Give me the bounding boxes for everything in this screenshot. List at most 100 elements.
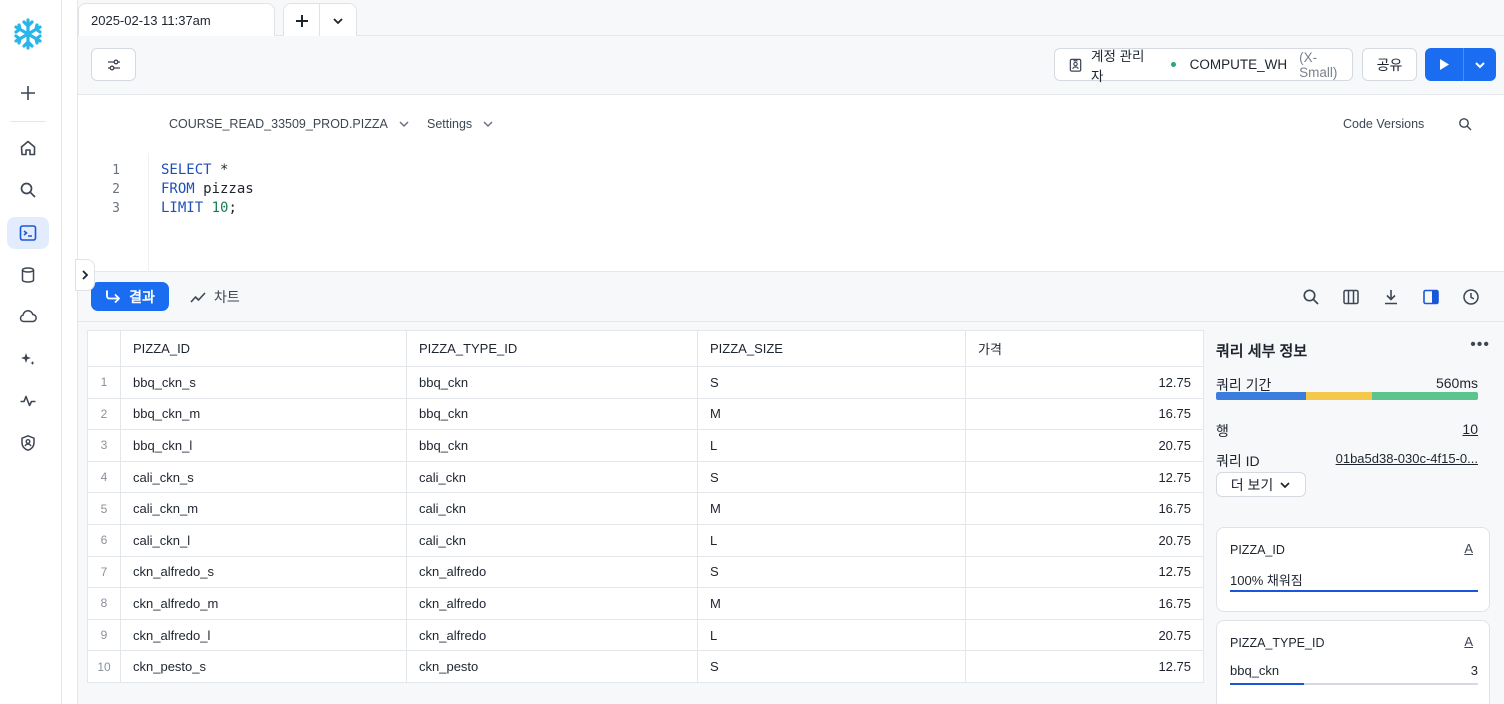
context-selector[interactable]: COURSE_READ_33509_PROD.PIZZA xyxy=(169,117,410,131)
cell-pizza-size[interactable]: S xyxy=(697,366,966,399)
rows-count-value[interactable]: 10 xyxy=(1462,421,1478,441)
results-search-button[interactable] xyxy=(1300,286,1322,308)
table-row[interactable]: 7 ckn_alfredo_s ckn_alfredo S 12.75 xyxy=(87,555,1204,589)
cell-pizza-size[interactable]: L xyxy=(697,429,966,462)
database-icon[interactable] xyxy=(7,259,49,291)
share-button[interactable]: 공유 xyxy=(1362,48,1417,81)
cell-pizza-id[interactable]: ckn_alfredo_s xyxy=(120,555,407,589)
table-row[interactable]: 2 bbq_ckn_m bbq_ckn M 16.75 xyxy=(87,397,1204,431)
add-icon[interactable] xyxy=(7,77,49,109)
cell-pizza-type-id[interactable]: ckn_alfredo xyxy=(406,555,698,589)
cloud-icon[interactable] xyxy=(7,300,49,332)
cell-price[interactable]: 12.75 xyxy=(965,460,1204,494)
cell-pizza-type-id[interactable]: bbq_ckn xyxy=(406,366,698,399)
cell-pizza-id[interactable]: bbq_ckn_m xyxy=(120,397,407,431)
snowflake-logo-icon[interactable] xyxy=(7,18,49,50)
cell-pizza-type-id[interactable]: cali_ckn xyxy=(406,523,698,557)
cell-pizza-size[interactable]: M xyxy=(697,492,966,525)
table-row[interactable]: 5 cali_ckn_m cali_ckn M 16.75 xyxy=(87,492,1204,525)
cell-price[interactable]: 16.75 xyxy=(965,587,1204,620)
table-row[interactable]: 6 cali_ckn_l cali_ckn L 20.75 xyxy=(87,523,1204,557)
toggle-side-panel-button[interactable] xyxy=(1420,286,1442,308)
column-stats-card[interactable]: PIZZA_ID A 100% 채워짐 xyxy=(1216,527,1490,612)
columns-button[interactable] xyxy=(1340,286,1362,308)
row-number[interactable]: 1 xyxy=(87,366,121,399)
table-row[interactable]: 9 ckn_alfredo_l ckn_alfredo L 20.75 xyxy=(87,618,1204,652)
cell-price[interactable]: 12.75 xyxy=(965,650,1204,683)
row-number[interactable]: 4 xyxy=(87,460,121,494)
tab-results[interactable]: 결과 xyxy=(91,282,169,311)
column-header[interactable]: PIZZA_ID xyxy=(120,330,407,367)
column-header[interactable]: PIZZA_SIZE xyxy=(697,330,966,367)
cell-price[interactable]: 20.75 xyxy=(965,429,1204,462)
cell-pizza-id[interactable]: ckn_pesto_s xyxy=(120,650,407,683)
code-line[interactable]: SELECT * xyxy=(161,162,228,178)
admin-shield-icon[interactable] xyxy=(7,427,49,459)
cell-pizza-type-id[interactable]: ckn_alfredo xyxy=(406,618,698,652)
filter-button[interactable] xyxy=(91,48,136,81)
worksheets-icon[interactable] xyxy=(7,217,49,249)
cell-pizza-id[interactable]: bbq_ckn_l xyxy=(120,429,407,462)
row-number[interactable]: 2 xyxy=(87,397,121,431)
row-number[interactable]: 3 xyxy=(87,429,121,462)
show-more-button[interactable]: 더 보기 xyxy=(1216,472,1306,497)
cell-price[interactable]: 12.75 xyxy=(965,366,1204,399)
search-icon[interactable] xyxy=(7,174,49,206)
cell-price[interactable]: 16.75 xyxy=(965,492,1204,525)
new-tab-button[interactable] xyxy=(284,4,321,37)
row-number[interactable]: 8 xyxy=(87,587,121,620)
cell-pizza-type-id[interactable]: ckn_alfredo xyxy=(406,587,698,620)
code-versions-button[interactable]: Code Versions xyxy=(1343,117,1424,131)
home-icon[interactable] xyxy=(7,132,49,164)
download-button[interactable] xyxy=(1380,286,1402,308)
cell-pizza-id[interactable]: bbq_ckn_s xyxy=(120,366,407,399)
code-line[interactable]: LIMIT 10; xyxy=(161,200,237,216)
query-history-button[interactable] xyxy=(1460,286,1482,308)
cell-pizza-type-id[interactable]: bbq_ckn xyxy=(406,429,698,462)
role-warehouse-selector[interactable]: 계정 관리자 COMPUTE_WH (X-Small) xyxy=(1054,48,1353,84)
column-header[interactable]: PIZZA_TYPE_ID xyxy=(406,330,698,367)
cell-pizza-size[interactable]: M xyxy=(697,587,966,620)
cell-pizza-size[interactable]: S xyxy=(697,460,966,494)
cell-pizza-id[interactable]: cali_ckn_m xyxy=(120,492,407,525)
table-row[interactable]: 1 bbq_ckn_s bbq_ckn S 12.75 xyxy=(87,366,1204,399)
table-row[interactable]: 10 ckn_pesto_s ckn_pesto S 12.75 xyxy=(87,650,1204,683)
row-number[interactable]: 7 xyxy=(87,555,121,589)
cell-pizza-size[interactable]: L xyxy=(697,618,966,652)
row-number[interactable]: 6 xyxy=(87,523,121,557)
query-id-link[interactable]: 01ba5d38-030c-4f15-0... xyxy=(1336,451,1478,471)
column-stats-card[interactable]: PIZZA_TYPE_ID A bbq_ckn 3 xyxy=(1216,620,1490,704)
cell-price[interactable]: 20.75 xyxy=(965,523,1204,557)
cell-pizza-id[interactable]: cali_ckn_s xyxy=(120,460,407,494)
cell-pizza-size[interactable]: S xyxy=(697,650,966,683)
table-row[interactable]: 3 bbq_ckn_l bbq_ckn L 20.75 xyxy=(87,429,1204,462)
cell-pizza-size[interactable]: M xyxy=(697,397,966,431)
cell-pizza-type-id[interactable]: cali_ckn xyxy=(406,460,698,494)
cell-price[interactable]: 12.75 xyxy=(965,555,1204,589)
cell-pizza-id[interactable]: ckn_alfredo_m xyxy=(120,587,407,620)
editor-search-button[interactable] xyxy=(1458,117,1472,131)
cell-pizza-id[interactable]: cali_ckn_l xyxy=(120,523,407,557)
column-header[interactable]: 가격 xyxy=(965,330,1204,367)
settings-dropdown[interactable]: Settings xyxy=(427,117,494,131)
more-options-icon[interactable]: ••• xyxy=(1470,336,1490,354)
table-row[interactable]: 8 ckn_alfredo_m ckn_alfredo M 16.75 xyxy=(87,587,1204,620)
worksheet-tab[interactable]: 2025-02-13 11:37am xyxy=(78,3,275,37)
cell-pizza-type-id[interactable]: cali_ckn xyxy=(406,492,698,525)
run-options-button[interactable] xyxy=(1464,48,1496,81)
cell-pizza-id[interactable]: ckn_alfredo_l xyxy=(120,618,407,652)
cell-pizza-type-id[interactable]: ckn_pesto xyxy=(406,650,698,683)
cell-price[interactable]: 20.75 xyxy=(965,618,1204,652)
cell-pizza-type-id[interactable]: bbq_ckn xyxy=(406,397,698,431)
ai-sparkle-icon[interactable] xyxy=(7,343,49,375)
row-number[interactable]: 10 xyxy=(87,650,121,683)
table-row[interactable]: 4 cali_ckn_s cali_ckn S 12.75 xyxy=(87,460,1204,494)
cell-pizza-size[interactable]: S xyxy=(697,555,966,589)
activity-icon[interactable] xyxy=(7,385,49,417)
cell-pizza-size[interactable]: L xyxy=(697,523,966,557)
tab-menu-button[interactable] xyxy=(320,4,356,37)
cell-price[interactable]: 16.75 xyxy=(965,397,1204,431)
row-number[interactable]: 5 xyxy=(87,492,121,525)
code-line[interactable]: FROM pizzas xyxy=(161,181,254,197)
run-button[interactable] xyxy=(1425,48,1464,81)
